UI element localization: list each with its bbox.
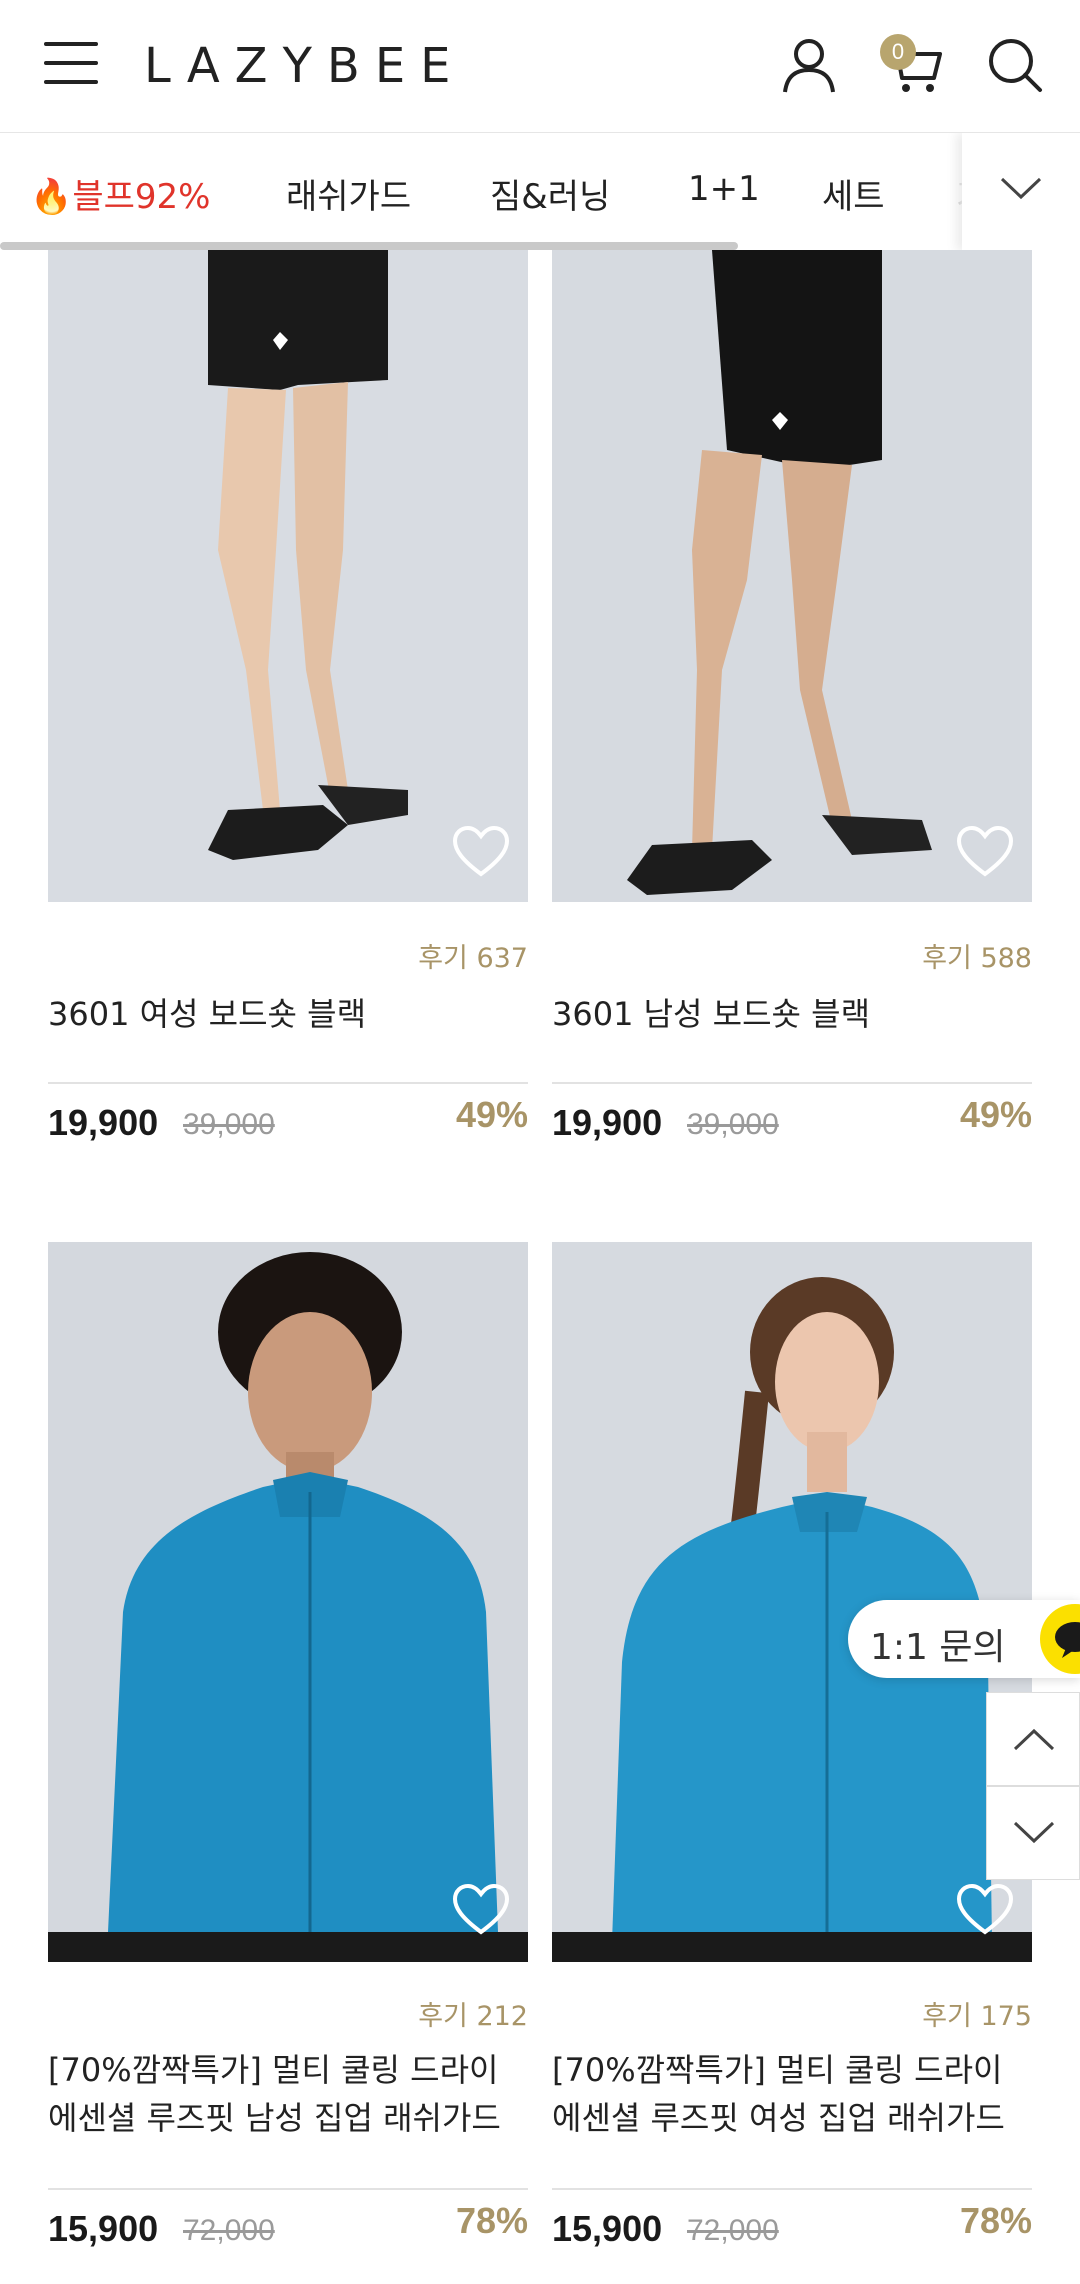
tab-fade: [925, 133, 965, 250]
sale-price: 15,900: [48, 2208, 159, 2249]
brand-logo[interactable]: LAZYBEE: [144, 38, 465, 94]
cart-count-badge: 0: [880, 34, 916, 70]
account-icon[interactable]: [778, 34, 840, 96]
tabs-expand-button[interactable]: [962, 133, 1080, 250]
product-image[interactable]: [48, 250, 528, 902]
original-price: 39,000: [687, 1108, 779, 1141]
divider: [48, 2188, 528, 2190]
menu-icon[interactable]: [44, 40, 98, 86]
divider: [552, 1082, 1032, 1084]
product-image[interactable]: [552, 250, 1032, 902]
product-title[interactable]: [70%깜짝특가] 멀티 쿨링 드라이 에센셜 루즈핏 남성 집업 래쉬가드: [48, 2046, 528, 2142]
discount-rate: 49%: [455, 1094, 528, 1135]
tab-black-friday[interactable]: 🔥블프92%: [30, 169, 210, 218]
tab-rashguard[interactable]: 래쉬가드: [286, 169, 411, 218]
wishlist-heart-icon[interactable]: [452, 1884, 510, 1936]
product-card[interactable]: 후기 588 3601 남성 보드숏 블랙 19,900 39,000 49%: [552, 250, 1032, 1150]
sale-price: 19,900: [552, 1102, 663, 1143]
inquiry-label: 1:1 문의: [870, 1627, 1006, 1668]
product-card[interactable]: 후기 637 3601 여성 보드숏 블랙 19,900 39,000 49%: [48, 250, 528, 1150]
wishlist-heart-icon[interactable]: [956, 826, 1014, 878]
search-icon[interactable]: [984, 34, 1046, 96]
original-price: 72,000: [183, 2214, 275, 2247]
category-tabs: 🔥블프92% 래쉬가드 짐&러닝 1+1 세트 기: [0, 132, 1080, 250]
product-title-line: [70%깜짝특가] 멀티 쿨링 드라이: [552, 2051, 1003, 2089]
review-count: 후기 588: [922, 943, 1032, 974]
product-title-line: [70%깜짝특가] 멀티 쿨링 드라이: [48, 2051, 499, 2089]
sale-price: 15,900: [552, 2208, 663, 2249]
discount-rate: 78%: [959, 2200, 1032, 2241]
product-title[interactable]: 3601 여성 보드숏 블랙: [48, 990, 528, 1038]
tab-one-plus-one[interactable]: 1+1: [688, 169, 760, 209]
wishlist-heart-icon[interactable]: [956, 1884, 1014, 1936]
product-title[interactable]: [70%깜짝특가] 멀티 쿨링 드라이 에센셜 루즈핏 여성 집업 래쉬가드: [552, 2046, 1032, 2142]
review-count: 후기 175: [922, 2001, 1032, 2032]
discount-rate: 49%: [959, 1094, 1032, 1135]
tabs-scrollbar[interactable]: [0, 242, 738, 250]
chevron-down-icon: [1000, 177, 1042, 200]
tab-set[interactable]: 세트: [822, 169, 885, 218]
product-title[interactable]: 3601 남성 보드숏 블랙: [552, 990, 1032, 1038]
tab-gym-running[interactable]: 짐&러닝: [490, 169, 610, 218]
inquiry-chat-button[interactable]: 1:1 문의: [848, 1600, 1080, 1678]
review-count: 후기 212: [418, 2001, 528, 2032]
product-card[interactable]: 후기 175 [70%깜짝특가] 멀티 쿨링 드라이 에센셜 루즈핏 여성 집업…: [552, 1242, 1032, 2284]
chevron-up-icon: [1013, 1728, 1055, 1751]
top-header: LAZYBEE 0: [0, 0, 1080, 132]
divider: [552, 2188, 1032, 2190]
sale-price: 19,900: [48, 1102, 159, 1143]
kakao-chat-icon: [1040, 1604, 1080, 1674]
wishlist-heart-icon[interactable]: [452, 826, 510, 878]
discount-rate: 78%: [455, 2200, 528, 2241]
chevron-down-icon: [1013, 1821, 1055, 1844]
product-image[interactable]: [48, 1242, 528, 1962]
original-price: 72,000: [687, 2214, 779, 2247]
product-card[interactable]: 후기 212 [70%깜짝특가] 멀티 쿨링 드라이 에센셜 루즈핏 남성 집업…: [48, 1242, 528, 2284]
review-count: 후기 637: [418, 943, 528, 974]
scroll-top-button[interactable]: [986, 1692, 1080, 1786]
product-title-line: 에센셜 루즈핏 남성 집업 래쉬가드: [48, 2099, 501, 2137]
product-title-line: 에센셜 루즈핏 여성 집업 래쉬가드: [552, 2099, 1005, 2137]
original-price: 39,000: [183, 1108, 275, 1141]
divider: [48, 1082, 528, 1084]
scroll-bottom-button[interactable]: [986, 1786, 1080, 1880]
